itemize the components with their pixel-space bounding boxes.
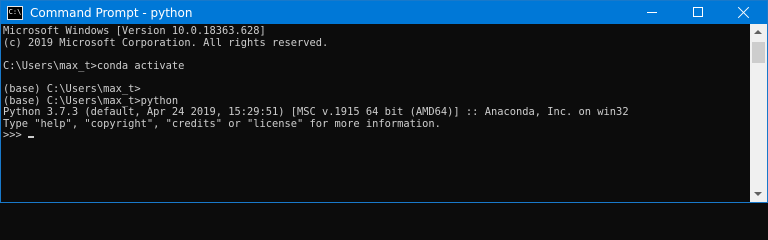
- vertical-scrollbar[interactable]: [750, 24, 767, 202]
- command-prompt-window: C:\ Command Prompt - python Microsoft Wi…: [0, 0, 768, 203]
- maximize-button[interactable]: [675, 1, 721, 24]
- scroll-up-button[interactable]: [750, 24, 767, 41]
- close-icon: [737, 6, 751, 20]
- console-line: Python 3.7.3 (default, Apr 24 2019, 15:2…: [3, 106, 629, 119]
- prompt-line[interactable]: >>>: [3, 130, 750, 142]
- text-cursor: [28, 136, 35, 139]
- console-line: C:\Users\max_t>conda activate: [3, 59, 185, 72]
- minimize-button[interactable]: [629, 1, 675, 24]
- scrollbar-thumb[interactable]: [752, 42, 765, 63]
- console-line: (base) C:\Users\max_t>: [3, 82, 141, 95]
- console-output[interactable]: Microsoft Windows [Version 10.0.18363.62…: [1, 24, 750, 202]
- console-line: (c) 2019 Microsoft Corporation. All righ…: [3, 36, 329, 49]
- title-bar[interactable]: C:\ Command Prompt - python: [1, 1, 767, 24]
- chevron-down-icon: [754, 192, 762, 196]
- window-controls: [629, 1, 767, 24]
- console-line: Type "help", "copyright", "credits" or "…: [3, 117, 441, 130]
- python-prompt: >>>: [3, 129, 29, 142]
- minimize-icon: [647, 12, 657, 13]
- scroll-down-button[interactable]: [750, 185, 767, 202]
- cmd-icon[interactable]: C:\: [7, 5, 23, 20]
- maximize-icon: [693, 7, 703, 17]
- window-title: Command Prompt - python: [30, 5, 193, 20]
- close-button[interactable]: [721, 1, 767, 24]
- chevron-up-icon: [754, 30, 762, 34]
- console-line: Microsoft Windows [Version 10.0.18363.62…: [3, 25, 266, 37]
